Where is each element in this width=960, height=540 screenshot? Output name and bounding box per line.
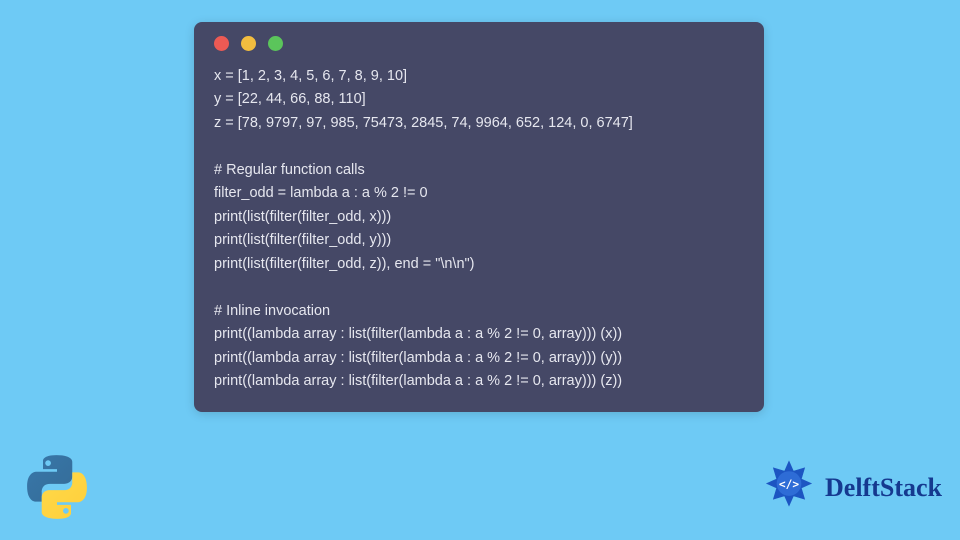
zoom-icon [268, 36, 283, 51]
close-icon [214, 36, 229, 51]
delftstack-brand: </> DelftStack [761, 460, 942, 516]
delftstack-badge-icon: </> [761, 460, 817, 516]
delftstack-wordmark: DelftStack [825, 473, 942, 503]
python-logo-icon [22, 452, 92, 522]
code-window: x = [1, 2, 3, 4, 5, 6, 7, 8, 9, 10] y = … [194, 22, 764, 412]
svg-text:</>: </> [779, 478, 799, 491]
minimize-icon [241, 36, 256, 51]
window-traffic-lights [214, 36, 744, 51]
code-block: x = [1, 2, 3, 4, 5, 6, 7, 8, 9, 10] y = … [214, 65, 744, 394]
